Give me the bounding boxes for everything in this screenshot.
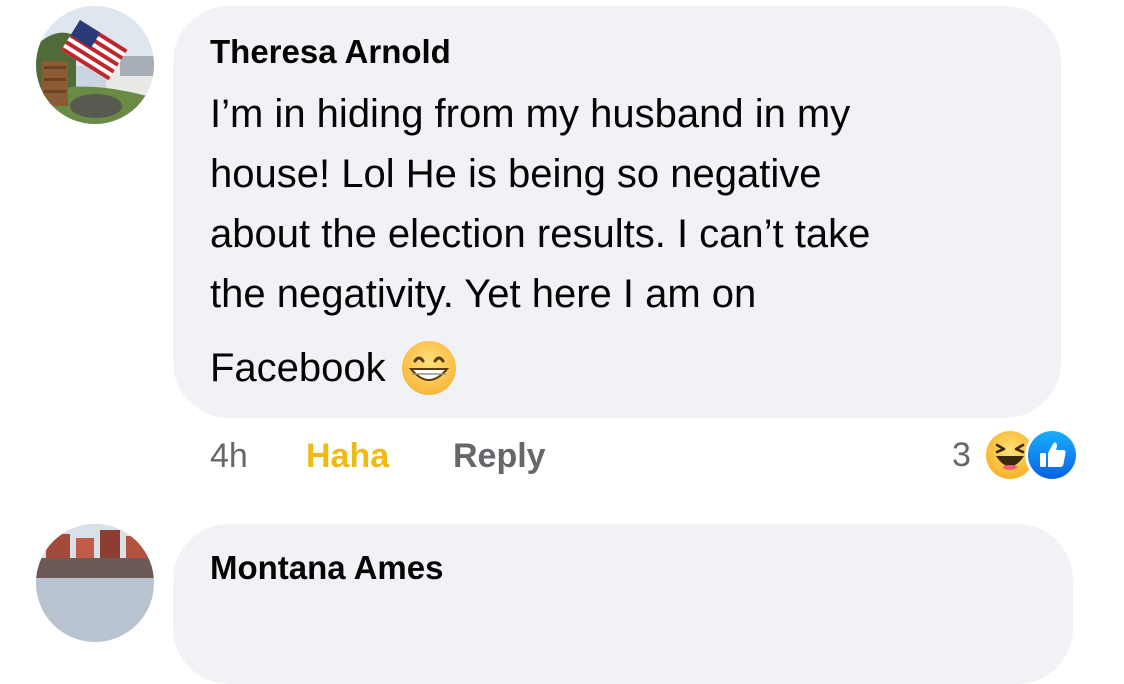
avatar-photo-flag-house bbox=[36, 6, 154, 124]
commenter-avatar[interactable] bbox=[36, 6, 154, 124]
grinning-face-icon bbox=[400, 339, 458, 397]
comment-bubble: Theresa Arnold I’m in hiding from my hus… bbox=[173, 6, 1061, 418]
react-haha-button[interactable]: Haha bbox=[306, 436, 389, 476]
comment-author-name[interactable]: Theresa Arnold bbox=[210, 34, 451, 70]
avatar-photo-crowd bbox=[36, 524, 154, 642]
comment-text-line: about the election results. I can’t take bbox=[210, 212, 871, 256]
reaction-count: 3 bbox=[952, 435, 971, 474]
comment-text-line: house! Lol He is being so negative bbox=[210, 152, 822, 196]
comment-text: I’m in hiding from my husband in my hous… bbox=[210, 84, 1040, 398]
comment-timestamp[interactable]: 4h bbox=[210, 436, 248, 476]
comment-author-name[interactable]: Montana Ames bbox=[210, 550, 443, 586]
reply-button[interactable]: Reply bbox=[453, 436, 546, 476]
commenter-avatar[interactable] bbox=[36, 524, 154, 642]
comment-text-line: Facebook bbox=[210, 346, 386, 390]
comment-text-line: I’m in hiding from my husband in my bbox=[210, 92, 851, 136]
comment-text-line: the negativity. Yet here I am on bbox=[210, 272, 757, 316]
like-reaction-icon bbox=[1024, 428, 1079, 482]
reaction-summary[interactable]: 3 bbox=[952, 428, 1079, 482]
comment-bubble: Montana Ames bbox=[173, 524, 1073, 684]
